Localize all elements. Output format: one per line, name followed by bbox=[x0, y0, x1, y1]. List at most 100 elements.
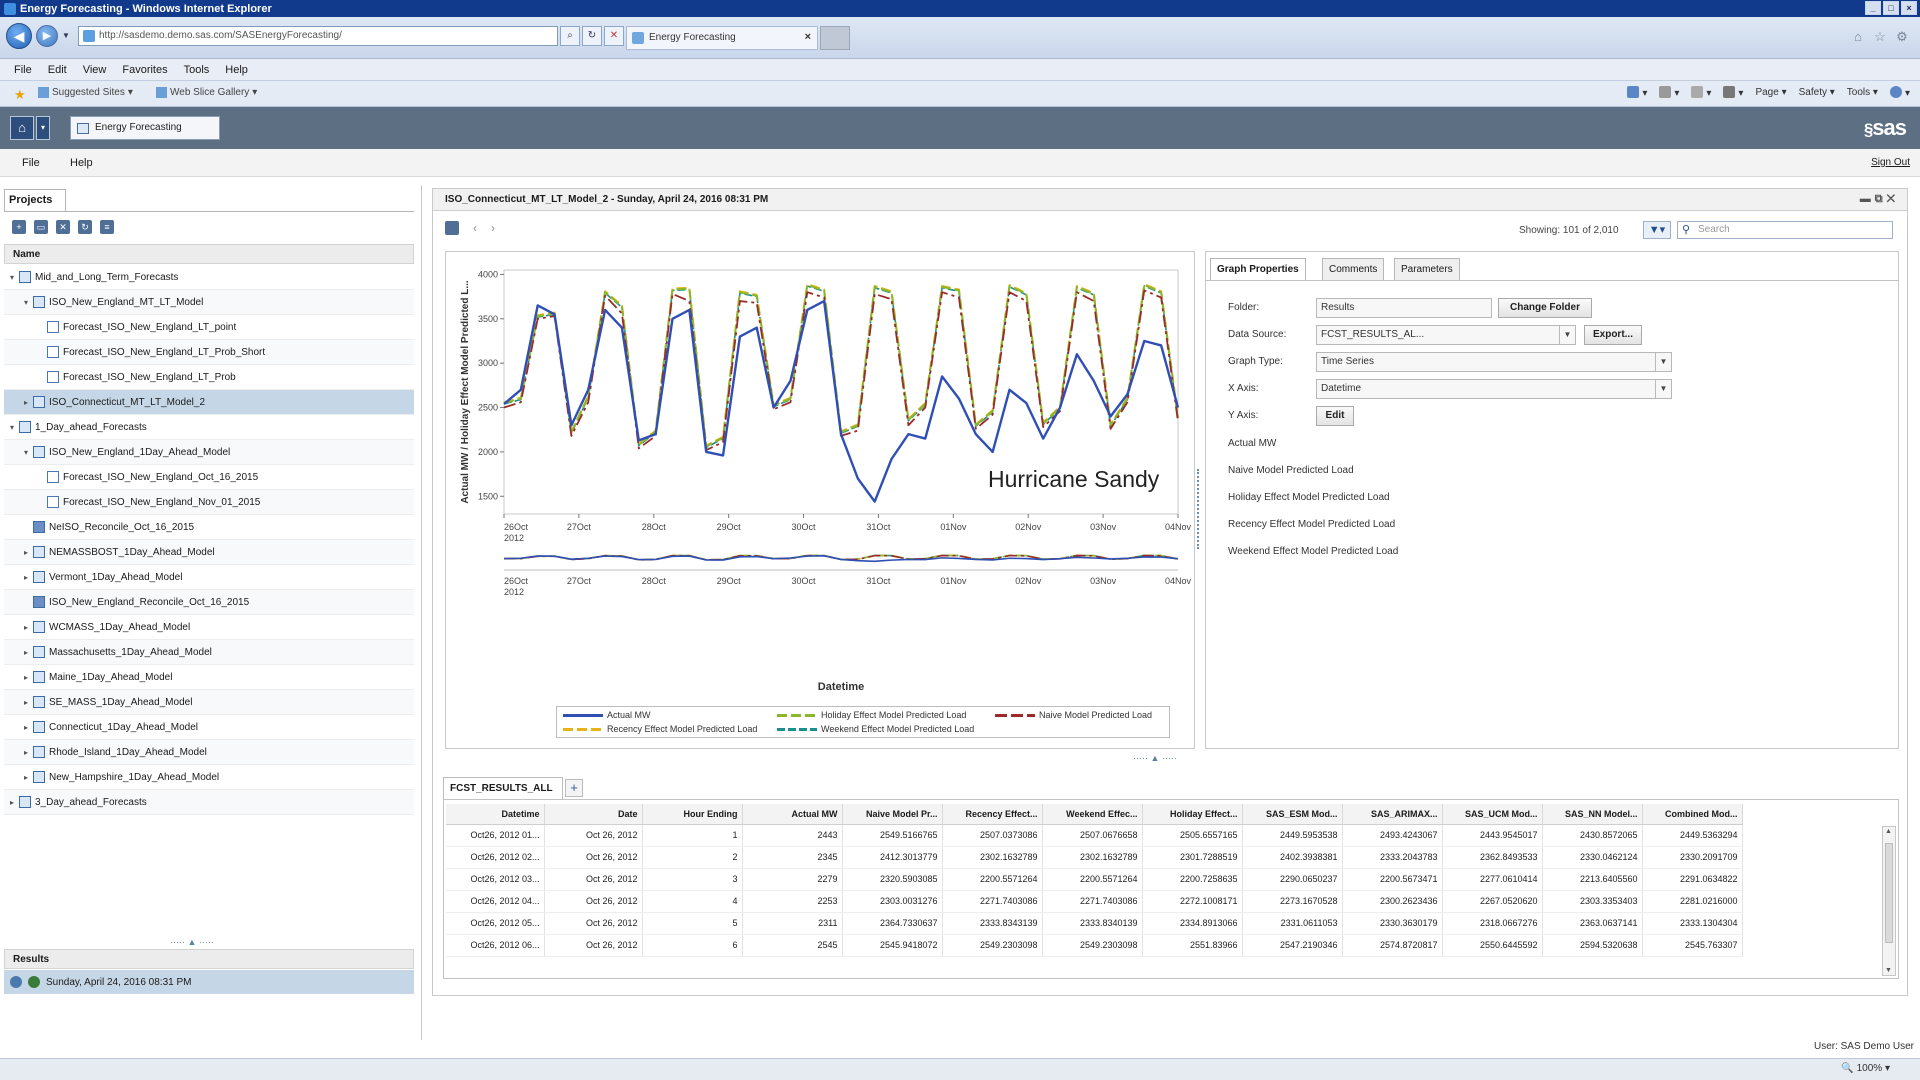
print-cmd-icon[interactable]: ▾ bbox=[1723, 86, 1743, 99]
tree-item[interactable]: Forecast_ISO_New_England_Nov_01_2015 bbox=[4, 490, 414, 515]
tools-menu[interactable]: Tools ▾ bbox=[1847, 87, 1878, 98]
expand-toggle-icon[interactable]: ▸ bbox=[10, 798, 19, 807]
expand-toggle-icon[interactable]: ▸ bbox=[24, 748, 33, 757]
add-table-tab-button[interactable]: + bbox=[565, 779, 583, 797]
expand-toggle-icon[interactable]: ▾ bbox=[24, 298, 33, 307]
menu-edit[interactable]: Edit bbox=[48, 64, 67, 76]
table-row[interactable]: Oct26, 2012 02... Oct 26, 2012 2 2345 2412.3… bbox=[446, 846, 1743, 869]
feeds-cmd-icon[interactable]: ▾ bbox=[1659, 86, 1679, 99]
horizontal-splitter-icon[interactable]: ····· ▲ ····· bbox=[1133, 753, 1177, 763]
tree-item[interactable]: ▸ Massachusetts_1Day_Ahead_Model bbox=[4, 640, 414, 665]
expand-toggle-icon[interactable]: ▸ bbox=[24, 698, 33, 707]
favorite-web-slice-gallery[interactable]: Web Slice Gallery ▾ bbox=[156, 87, 257, 98]
expand-toggle-icon[interactable]: ▸ bbox=[24, 623, 33, 632]
y-axis-edit-button[interactable]: Edit bbox=[1316, 406, 1354, 426]
home-cmd-icon[interactable]: ▾ bbox=[1627, 86, 1647, 99]
save-icon[interactable] bbox=[445, 221, 459, 235]
tab-parameters[interactable]: Parameters bbox=[1394, 258, 1460, 280]
sign-out-link[interactable]: Sign Out bbox=[1871, 157, 1910, 168]
tree-item[interactable]: ▸ Vermont_1Day_Ahead_Model bbox=[4, 565, 414, 590]
menu-file[interactable]: File bbox=[14, 64, 32, 76]
tree-item[interactable]: Forecast_ISO_New_England_LT_Prob bbox=[4, 365, 414, 390]
favorites-button[interactable]: ★ bbox=[14, 87, 26, 103]
column-header[interactable]: Weekend Effec... bbox=[1042, 804, 1143, 825]
menu-help[interactable]: Help bbox=[225, 64, 248, 76]
refresh-icon[interactable]: ↻ bbox=[582, 26, 602, 46]
tree-item[interactable]: ▸ Maine_1Day_Ahead_Model bbox=[4, 665, 414, 690]
expand-toggle-icon[interactable]: ▸ bbox=[24, 773, 33, 782]
x-axis-select[interactable]: Datetime ▼ bbox=[1316, 379, 1672, 399]
favorites-star-icon[interactable]: ☆ bbox=[1872, 29, 1888, 45]
next-icon[interactable]: › bbox=[491, 221, 495, 235]
address-field[interactable]: http://sasdemo.demo.sas.com/SASEnergyFor… bbox=[78, 26, 558, 46]
properties-icon[interactable]: ≡ bbox=[100, 220, 114, 234]
scroll-down-icon[interactable]: ▼ bbox=[1885, 967, 1892, 974]
mail-cmd-icon[interactable]: ▾ bbox=[1691, 86, 1711, 99]
folder-field[interactable]: Results bbox=[1316, 298, 1492, 318]
tree-item[interactable]: ▸ 3_Day_ahead_Forecasts bbox=[4, 790, 414, 815]
data-source-select[interactable]: FCST_RESULTS_AL... ▼ bbox=[1316, 325, 1576, 345]
tree-item[interactable]: ISO_New_England_Reconcile_Oct_16_2015 bbox=[4, 590, 414, 615]
panel-splitter-icon[interactable]: ····· ▲ ····· bbox=[170, 937, 214, 947]
tree-item[interactable]: NeISO_Reconcile_Oct_16_2015 bbox=[4, 515, 414, 540]
tree-item[interactable]: Forecast_ISO_New_England_LT_Prob_Short bbox=[4, 340, 414, 365]
scroll-up-icon[interactable]: ▲ bbox=[1885, 828, 1892, 835]
filter-icon[interactable]: ▼▾ bbox=[1643, 221, 1671, 239]
search-dropdown-icon[interactable]: ⌕ bbox=[560, 26, 580, 46]
tree-item[interactable]: ▾ ISO_New_England_MT_LT_Model bbox=[4, 290, 414, 315]
expand-toggle-icon[interactable]: ▸ bbox=[24, 673, 33, 682]
app-menu-help[interactable]: Help bbox=[70, 157, 93, 169]
app-menu-file[interactable]: File bbox=[22, 157, 40, 169]
menu-favorites[interactable]: Favorites bbox=[122, 64, 167, 76]
export-button[interactable]: Export... bbox=[1584, 325, 1642, 345]
tree-item[interactable]: ▾ ISO_New_England_1Day_Ahead_Model bbox=[4, 440, 414, 465]
expand-toggle-icon[interactable]: ▾ bbox=[10, 423, 19, 432]
table-scrollbar[interactable]: ▲ ▼ bbox=[1882, 826, 1896, 976]
home-icon[interactable]: ⌂ bbox=[1850, 29, 1866, 45]
browser-tab[interactable]: Energy Forecasting × bbox=[626, 26, 818, 50]
expand-toggle-icon[interactable]: ▾ bbox=[24, 448, 33, 457]
app-tab-energy-forecasting[interactable]: Energy Forecasting bbox=[70, 116, 220, 140]
results-item[interactable]: Sunday, April 24, 2016 08:31 PM bbox=[4, 970, 414, 994]
column-header[interactable]: Holiday Effect... bbox=[1142, 804, 1243, 825]
previous-icon[interactable]: ‹ bbox=[473, 221, 477, 235]
table-tab-fcst-results[interactable]: FCST_RESULTS_ALL bbox=[443, 777, 563, 799]
back-icon[interactable]: ◀ bbox=[6, 23, 32, 49]
sas-home-icon[interactable]: ⌂ bbox=[10, 116, 34, 140]
tree-item[interactable]: ▸ NEMASSBOST_1Day_Ahead_Model bbox=[4, 540, 414, 565]
refresh-icon[interactable]: ↻ bbox=[78, 220, 92, 234]
column-header[interactable]: Combined Mod... bbox=[1642, 804, 1743, 825]
new-tab-button[interactable] bbox=[820, 26, 850, 50]
column-header[interactable]: Date bbox=[544, 804, 643, 825]
tree-item[interactable]: ▸ SE_MASS_1Day_Ahead_Model bbox=[4, 690, 414, 715]
expand-toggle-icon[interactable]: ▸ bbox=[24, 723, 33, 732]
tree-item[interactable]: ▾ Mid_and_Long_Term_Forecasts bbox=[4, 265, 414, 290]
history-dropdown-icon[interactable]: ▼ bbox=[62, 31, 70, 40]
safety-menu[interactable]: Safety ▾ bbox=[1799, 87, 1835, 98]
change-folder-button[interactable]: Change Folder bbox=[1498, 298, 1592, 318]
zoom-level[interactable]: 🔍 100% ▾ bbox=[1841, 1063, 1890, 1074]
tree-item[interactable]: ▾ 1_Day_ahead_Forecasts bbox=[4, 415, 414, 440]
column-header[interactable]: SAS_NN Model... bbox=[1542, 804, 1643, 825]
tree-item[interactable]: Forecast_ISO_New_England_LT_point bbox=[4, 315, 414, 340]
panel-window-controls[interactable]: ▬⧉✕ bbox=[1860, 193, 1899, 206]
tab-comments[interactable]: Comments bbox=[1322, 258, 1385, 280]
expand-toggle-icon[interactable]: ▾ bbox=[10, 273, 19, 282]
column-header[interactable]: Recency Effect... bbox=[942, 804, 1043, 825]
tools-gear-icon[interactable]: ⚙ bbox=[1894, 29, 1910, 45]
menu-tools[interactable]: Tools bbox=[184, 64, 210, 76]
open-folder-icon[interactable]: ▭ bbox=[34, 220, 48, 234]
column-header[interactable]: Actual MW bbox=[742, 804, 843, 825]
column-header[interactable]: SAS_UCM Mod... bbox=[1442, 804, 1543, 825]
column-header[interactable]: SAS_ARIMAX... bbox=[1342, 804, 1443, 825]
tab-graph-properties[interactable]: Graph Properties bbox=[1210, 258, 1306, 280]
table-row[interactable]: Oct26, 2012 03... Oct 26, 2012 3 2279 2320.5… bbox=[446, 868, 1743, 891]
favorite-suggested-sites[interactable]: Suggested Sites ▾ bbox=[38, 87, 133, 98]
home-dropdown-icon[interactable]: ▾ bbox=[36, 116, 50, 140]
minimize-button[interactable]: _ bbox=[1865, 1, 1881, 15]
tree-item[interactable]: ▸ ISO_Connecticut_MT_LT_Model_2 bbox=[4, 390, 414, 415]
page-menu[interactable]: Page ▾ bbox=[1755, 87, 1786, 98]
table-row[interactable]: Oct26, 2012 06... Oct 26, 2012 6 2545 2545.9… bbox=[446, 934, 1743, 957]
expand-toggle-icon[interactable]: ▸ bbox=[24, 648, 33, 657]
scrollbar-thumb[interactable] bbox=[1885, 843, 1893, 943]
